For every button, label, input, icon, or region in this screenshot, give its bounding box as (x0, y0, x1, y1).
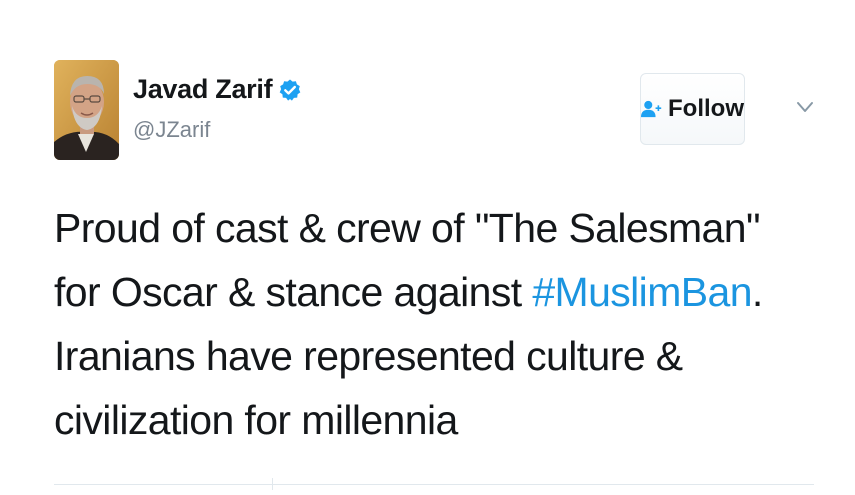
divider (54, 484, 814, 485)
display-name[interactable]: Javad Zarif (133, 74, 273, 105)
hashtag-link[interactable]: #MuslimBan (532, 269, 752, 315)
avatar[interactable] (54, 60, 119, 160)
profile-photo (54, 60, 119, 160)
follow-label: Follow (668, 95, 744, 122)
chevron-down-icon[interactable] (796, 100, 814, 114)
verified-badge-icon (279, 79, 301, 101)
tweet-header: Javad Zarif @JZarif Follow (54, 60, 834, 160)
add-user-icon (641, 100, 662, 118)
tweet-text: Proud of cast & crew of "The Salesman" f… (54, 196, 814, 452)
name-row: Javad Zarif (133, 74, 302, 105)
handle[interactable]: @JZarif (133, 117, 302, 143)
tweet-card: Javad Zarif @JZarif Follow Proud of cast… (0, 0, 855, 495)
author-info: Javad Zarif @JZarif (133, 74, 302, 143)
follow-button[interactable]: Follow (640, 73, 745, 145)
divider-tick (272, 478, 273, 490)
